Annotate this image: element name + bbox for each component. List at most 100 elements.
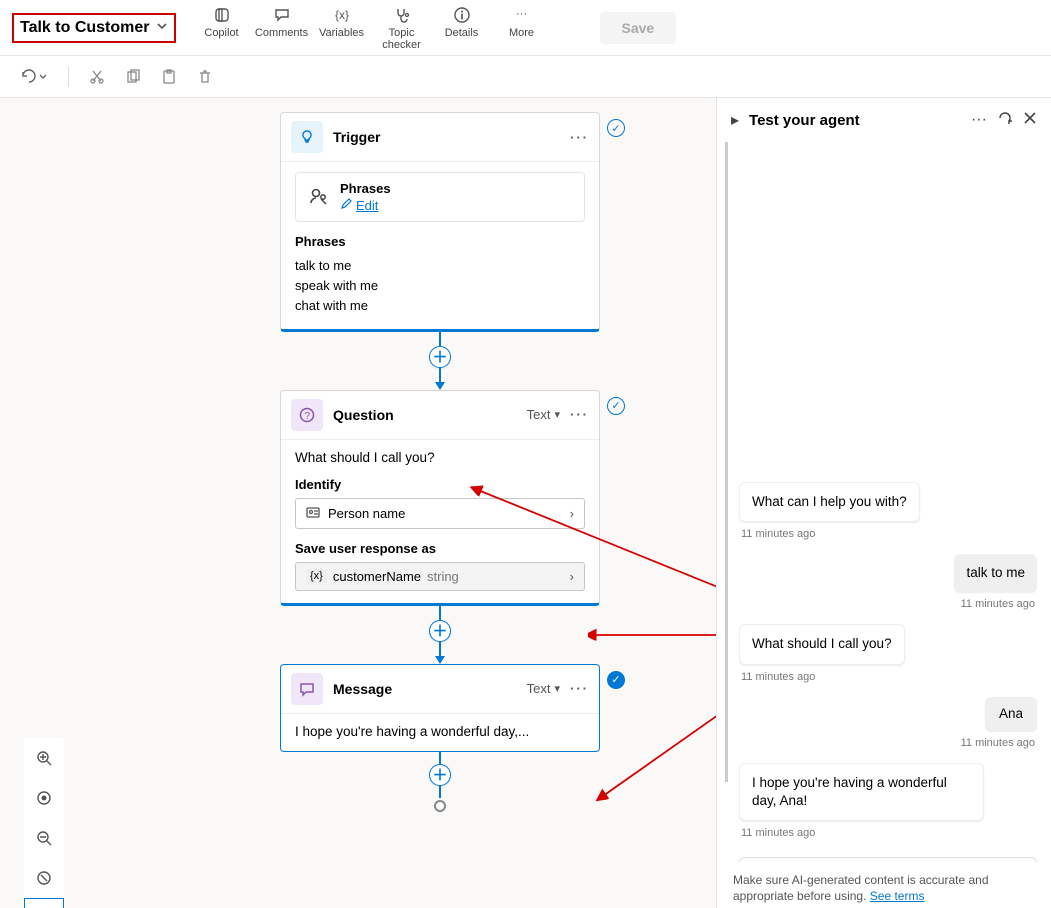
add-node-button[interactable]: ＋ [429,346,451,368]
scrollbar-track[interactable] [725,142,728,782]
identify-value: Person name [328,506,405,521]
phrases-card: Phrases Edit [295,172,585,222]
phrases-header: Phrases [295,232,585,252]
chevron-right-icon: › [570,569,574,584]
question-icon: ? [291,399,323,431]
chat-input[interactable]: Ask a question or describe what you need… [739,857,1037,861]
render-mode-dropdown[interactable]: Text ▾ [527,681,560,696]
phrase-item: chat with me [295,296,585,316]
node-more-button[interactable]: ··· [570,130,589,145]
variable-picker[interactable]: {x} customerName string › [295,562,585,591]
top-command-bar: Talk to Customer Copilot Comments {x} Va… [0,0,1051,56]
zoom-toolbar [24,738,64,908]
timestamp: 11 minutes ago [741,827,1035,839]
copilot-icon [213,6,231,24]
collapse-icon[interactable]: ▸ [731,110,739,130]
copy-button[interactable] [125,69,141,85]
authoring-canvas[interactable]: ✓ Trigger ··· Phrases [0,98,716,908]
question-node[interactable]: ✓ ? Question Text ▾ ··· What should I ca… [280,390,600,606]
people-icon [308,185,330,210]
node-title: Question [333,407,527,423]
chevron-right-icon: › [570,506,574,521]
identify-picker[interactable]: Person name › [295,498,585,529]
variables-icon: {x} [333,6,351,24]
phrase-item: speak with me [295,276,585,296]
cmd-label: Copilot [204,28,238,40]
variable-token-icon: {x} [306,569,327,583]
paste-button[interactable] [161,69,177,85]
zoom-out-button[interactable] [24,818,64,858]
message-body: I hope you're having a wonderful day,... [295,724,585,739]
flow-end-icon [434,800,446,812]
reset-button[interactable] [24,858,64,898]
phrases-label: Phrases [340,181,391,196]
see-terms-link[interactable]: See terms [870,889,925,903]
lightbulb-icon [291,121,323,153]
chevron-down-icon [156,19,168,37]
copilot-button[interactable]: Copilot [194,4,250,40]
timestamp: 11 minutes ago [741,671,1035,683]
edit-phrases-link[interactable]: Edit [356,198,378,213]
topic-name-label: Talk to Customer [20,19,150,37]
trigger-node[interactable]: ✓ Trigger ··· Phrases [280,112,600,332]
svg-text:?: ? [305,411,311,422]
add-node-button[interactable]: ＋ [429,764,451,786]
save-as-label: Save user response as [295,541,585,556]
bot-message: What should I call you? [739,624,905,664]
message-node[interactable]: ✓ Message Text ▾ ··· I hope you're havin… [280,664,600,752]
add-node-button[interactable]: ＋ [429,620,451,642]
variables-button[interactable]: {x} Variables [314,4,370,40]
more-icon[interactable]: ··· [971,111,987,129]
variable-name: customerName [333,569,421,584]
cmd-label: Variables [319,28,364,40]
ellipsis-icon: ··· [513,6,531,24]
stethoscope-icon [393,6,411,24]
comment-icon [273,6,291,24]
person-card-icon [306,505,320,522]
bot-message: What can I help you with? [739,482,920,522]
save-button[interactable]: Save [600,12,677,44]
timestamp: 11 minutes ago [961,598,1035,610]
node-more-button[interactable]: ··· [570,407,589,422]
test-panel-title: Test your agent [749,112,961,129]
node-title: Trigger [333,129,564,145]
render-mode-dropdown[interactable]: Text ▾ [527,407,560,422]
zoom-in-button[interactable] [24,738,64,778]
edit-toolbar [0,56,1051,98]
refresh-icon[interactable] [997,110,1013,131]
check-icon: ✓ [607,397,625,415]
identify-label: Identify [295,477,585,492]
pencil-icon [340,198,352,213]
info-icon [453,6,471,24]
ai-disclaimer: Make sure AI-generated content is accura… [717,862,1051,908]
topic-checker-button[interactable]: Topic checker [374,4,430,51]
phrases-preview: Phrases talk to me speak with me chat wi… [295,232,585,317]
timestamp: 11 minutes ago [741,528,1035,540]
close-icon[interactable] [1023,111,1037,130]
user-message: talk to me [954,554,1037,592]
cmd-label: More [509,28,534,40]
node-more-button[interactable]: ··· [570,681,589,696]
cut-button[interactable] [89,69,105,85]
node-title: Message [333,681,527,697]
topic-name-dropdown[interactable]: Talk to Customer [12,13,176,43]
cmd-label: Topic checker [374,28,430,51]
message-icon [291,673,323,705]
svg-text:{x}: {x} [335,8,349,22]
comments-button[interactable]: Comments [254,4,310,40]
more-button[interactable]: ··· More [494,4,550,40]
check-filled-icon: ✓ [607,671,625,689]
variable-type: string [427,569,459,584]
cmd-label: Comments [255,28,308,40]
delete-button[interactable] [197,69,213,85]
command-items: Copilot Comments {x} Variables Topic che… [194,4,550,51]
fit-button[interactable] [24,778,64,818]
test-panel: ▸ Test your agent ··· What can I help yo… [716,98,1051,908]
user-message: Ana [985,697,1037,731]
timestamp: 11 minutes ago [961,737,1035,749]
bot-message: I hope you're having a wonderful day, An… [739,763,984,821]
details-button[interactable]: Details [434,4,490,40]
undo-button[interactable] [18,68,48,86]
check-icon: ✓ [607,119,625,137]
select-tool-button[interactable] [24,898,64,908]
